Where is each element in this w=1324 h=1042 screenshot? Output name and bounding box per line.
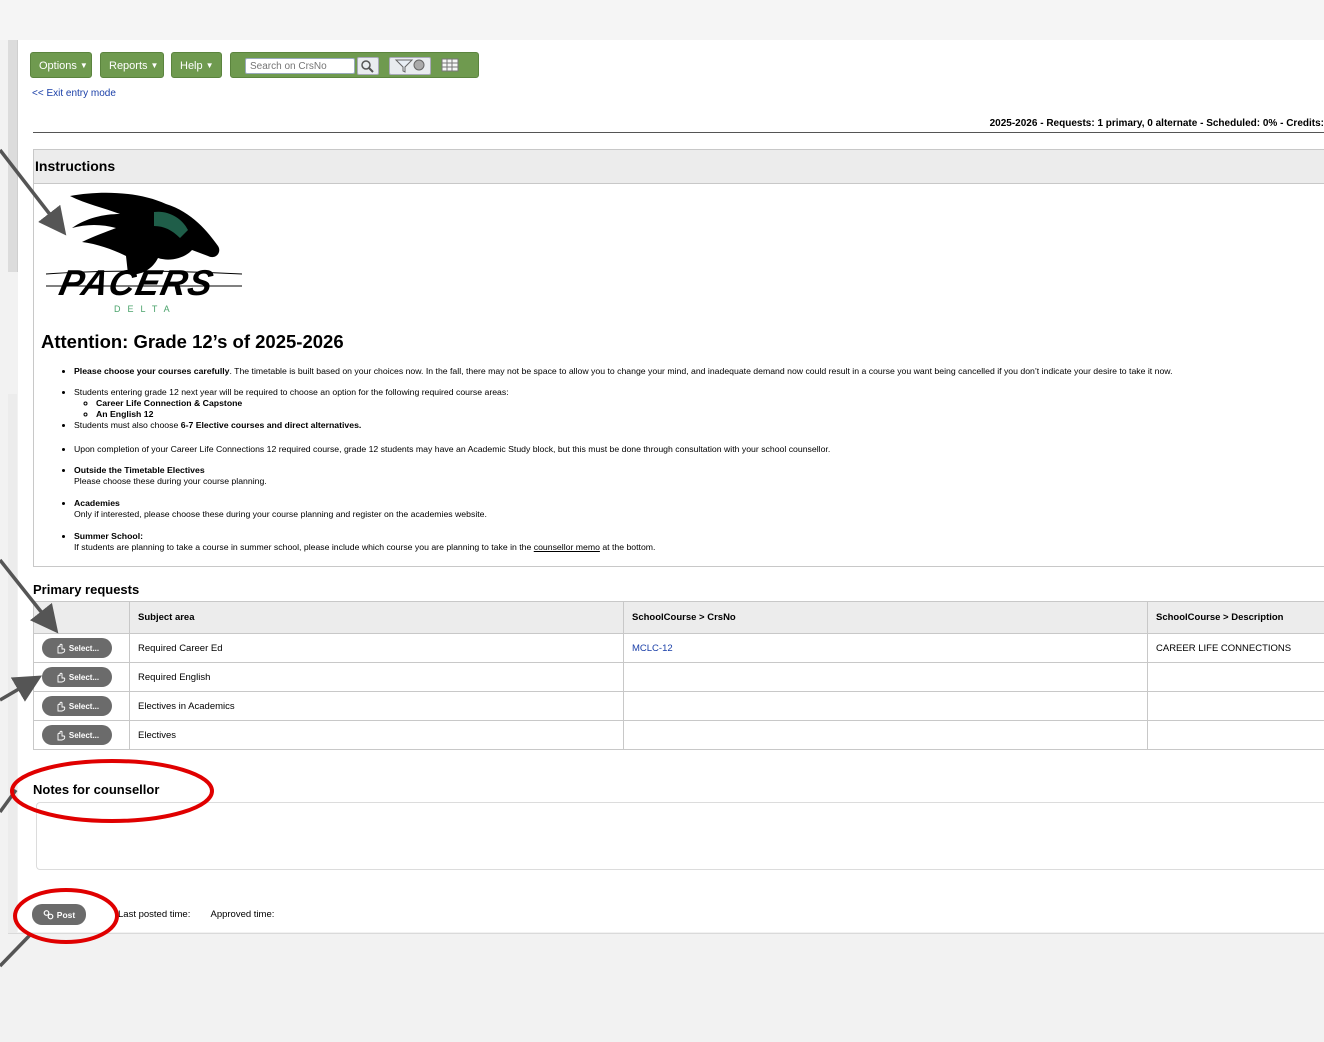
- instruction-bold: Academies: [74, 498, 120, 508]
- instruction-item-4: Upon completion of your Career Life Conn…: [74, 444, 830, 455]
- instruction-text: Upon completion of your Career Life Conn…: [74, 444, 830, 454]
- instruction-item-1: Please choose your courses carefully. Th…: [74, 366, 1173, 377]
- course-number-link[interactable]: MCLC-12: [632, 643, 673, 654]
- caret-down-icon: ▼: [206, 53, 214, 79]
- divider: [33, 132, 1324, 133]
- instruction-text: Students entering grade 12 next year wil…: [74, 387, 509, 397]
- counsellor-notes-field[interactable]: [36, 802, 1324, 870]
- help-label: Help: [180, 60, 203, 72]
- table-row: Select... Required English: [34, 663, 1324, 692]
- search-input[interactable]: [245, 58, 355, 74]
- approved-time-label: Approved time:: [210, 909, 274, 920]
- subject-cell: Required English: [130, 663, 624, 692]
- instruction-text: at the bottom.: [600, 542, 656, 552]
- instruction-item-7: Summer School:If students are planning t…: [74, 531, 655, 553]
- instruction-bold: Summer School:: [74, 531, 143, 541]
- attention-heading: Attention: Grade 12’s of 2025-2026: [41, 331, 344, 353]
- options-label: Options: [39, 60, 77, 72]
- required-area-item: An English 12: [96, 409, 509, 420]
- table-row: Select... Electives: [34, 721, 1324, 750]
- hand-pointer-icon: [55, 643, 66, 654]
- search-bar: [230, 52, 479, 78]
- description-cell: [1148, 721, 1324, 750]
- required-area-item: Career Life Connection & Capstone: [96, 398, 509, 409]
- instruction-text: Students must also choose: [74, 420, 181, 430]
- description-cell: CAREER LIFE CONNECTIONS: [1148, 634, 1324, 663]
- filter-icon: [390, 58, 430, 74]
- help-menu-button[interactable]: Help▼: [171, 52, 222, 78]
- counsellor-memo-link[interactable]: counsellor memo: [534, 542, 600, 552]
- table-row: Select... Required Career Ed MCLC-12 CAR…: [34, 634, 1324, 663]
- table-row: Select... Electives in Academics: [34, 692, 1324, 721]
- instruction-bold: Outside the Timetable Electives: [74, 465, 205, 475]
- instruction-text: If students are planning to take a cours…: [74, 542, 534, 552]
- exit-entry-mode-link[interactable]: << Exit entry mode: [32, 88, 116, 99]
- crsno-cell: [624, 663, 1148, 692]
- main-content: Options▼ Reports▼ Help▼: [18, 40, 1324, 932]
- select-button[interactable]: Select...: [42, 638, 112, 658]
- reports-menu-button[interactable]: Reports▼: [100, 52, 164, 78]
- primary-requests-title: Primary requests: [33, 582, 139, 597]
- requests-summary: 2025-2026 - Requests: 1 primary, 0 alter…: [990, 118, 1324, 129]
- instruction-item-2: Students entering grade 12 next year wil…: [74, 387, 509, 431]
- post-status: Last posted time: Approved time:: [118, 909, 292, 920]
- crsno-cell: [624, 721, 1148, 750]
- column-header-crsno: SchoolCourse > CrsNo: [624, 602, 1148, 634]
- instruction-text: Please choose these during your course p…: [74, 476, 267, 486]
- pacers-logo: PACERS DELTA: [42, 190, 252, 320]
- last-posted-time-label: Last posted time:: [118, 909, 190, 920]
- crsno-cell: [624, 692, 1148, 721]
- instruction-text: . The timetable is built based on your c…: [229, 366, 1172, 376]
- search-button[interactable]: [357, 57, 379, 75]
- reports-label: Reports: [109, 60, 148, 72]
- table-header-row: Subject area SchoolCourse > CrsNo School…: [34, 602, 1324, 634]
- subject-cell: Required Career Ed: [130, 634, 624, 663]
- post-button[interactable]: Post: [32, 904, 86, 925]
- logo-subtext: DELTA: [114, 304, 177, 314]
- instructions-title: Instructions: [34, 150, 1324, 184]
- subject-cell: Electives in Academics: [130, 692, 624, 721]
- primary-requests-table: Subject area SchoolCourse > CrsNo School…: [33, 601, 1324, 750]
- page-bottom-area: [8, 933, 1324, 1042]
- filter-button[interactable]: [389, 57, 431, 75]
- browser-top-bar: [0, 0, 1324, 41]
- notes-for-counsellor-title: Notes for counsellor: [33, 782, 159, 797]
- instruction-bold: 6-7 Elective courses and direct alternat…: [181, 420, 362, 430]
- hand-pointer-icon: [55, 730, 66, 741]
- magnifier-icon: [358, 58, 378, 74]
- left-scroll-panel[interactable]: [8, 40, 18, 272]
- grid-icon: [439, 57, 461, 73]
- instruction-bold: Please choose your courses carefully: [74, 366, 229, 376]
- hand-pointer-icon: [55, 672, 66, 683]
- subject-cell: Electives: [130, 721, 624, 750]
- description-cell: [1148, 663, 1324, 692]
- grid-view-button[interactable]: [439, 57, 465, 75]
- hand-pointer-icon: [55, 701, 66, 712]
- caret-down-icon: ▼: [151, 53, 159, 79]
- select-button[interactable]: Select...: [42, 725, 112, 745]
- logo-wordmark: PACERS: [56, 262, 218, 304]
- instruction-item-5: Outside the Timetable ElectivesPlease ch…: [74, 465, 267, 487]
- description-cell: [1148, 692, 1324, 721]
- column-header-select: [34, 602, 130, 634]
- link-icon: [43, 909, 54, 920]
- select-button[interactable]: Select...: [42, 667, 112, 687]
- column-header-description: SchoolCourse > Description: [1148, 602, 1324, 634]
- instruction-text: Only if interested, please choose these …: [74, 509, 487, 519]
- caret-down-icon: ▼: [80, 53, 88, 79]
- options-menu-button[interactable]: Options▼: [30, 52, 92, 78]
- column-header-subject: Subject area: [130, 602, 624, 634]
- left-margin: [0, 40, 8, 1041]
- select-button[interactable]: Select...: [42, 696, 112, 716]
- left-side-panel: [8, 394, 17, 934]
- instruction-item-6: AcademiesOnly if interested, please choo…: [74, 498, 487, 520]
